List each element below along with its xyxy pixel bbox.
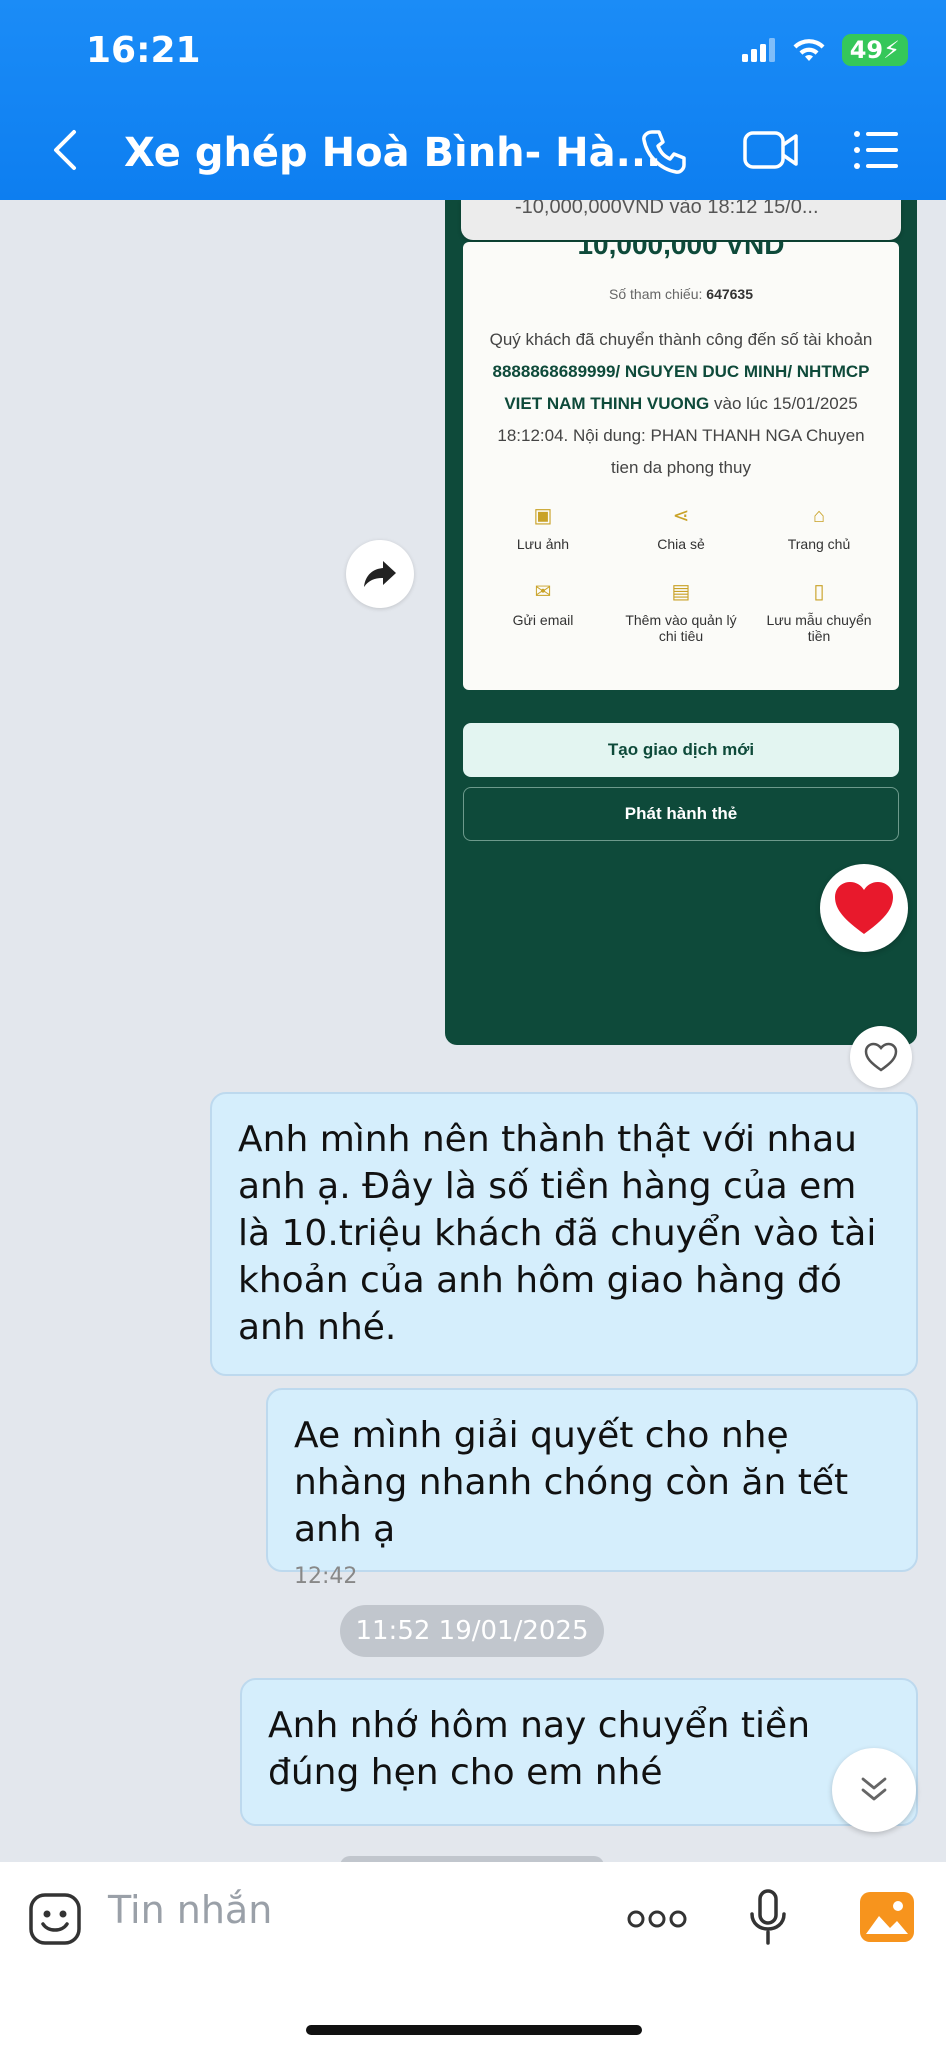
message-bubble[interactable]: Anh nhớ hôm nay chuyển tiền đúng hẹn cho…: [240, 1678, 918, 1826]
email-icon: ✉: [534, 581, 552, 603]
signal-icon: [741, 38, 775, 62]
share-icon: ⋖: [672, 505, 690, 527]
save-image-action[interactable]: ▣ Lưu ảnh: [483, 504, 603, 552]
ref-label: Số tham chiếu:: [609, 286, 703, 302]
share-label: Chia sẻ: [657, 536, 705, 552]
status-time: 16:21: [86, 30, 201, 71]
battery-icon: 49⚡: [841, 34, 908, 66]
message-time: 12:42: [294, 1564, 358, 1589]
image-icon: ▣: [533, 505, 553, 527]
battery-level: 49: [849, 36, 884, 64]
save-image-label: Lưu ảnh: [516, 536, 570, 552]
heart-icon: [835, 882, 893, 934]
heart-reaction[interactable]: [820, 864, 908, 952]
message-text: Ae mình giải quyết cho nhẹ nhàng nhanh c…: [294, 1415, 849, 1550]
status-icons: 49⚡: [741, 34, 908, 66]
video-call-icon[interactable]: [742, 128, 800, 172]
wifi-icon: [793, 39, 825, 61]
clipboard-icon: ▤: [671, 581, 691, 603]
home-icon: ⌂: [812, 505, 826, 527]
document-icon: ▯: [813, 581, 825, 603]
receipt-reference: Số tham chiếu: 647635: [463, 286, 899, 302]
phone-icon[interactable]: [640, 128, 688, 176]
add-expense-action[interactable]: ▤ Thêm vào quản lý chi tiêu: [621, 580, 741, 644]
save-template-action[interactable]: ▯ Lưu mẫu chuyển tiền: [759, 580, 879, 644]
receipt-notification-snippet: -10,000,000VND vào 18:12 15/0...: [461, 200, 901, 240]
gallery-image-icon[interactable]: [860, 1892, 914, 1942]
home-action[interactable]: ⌂ Trang chủ: [759, 504, 879, 552]
back-chevron-icon[interactable]: [50, 128, 80, 172]
receipt-zigzag-edge: [463, 688, 899, 698]
share-action[interactable]: ⋖ Chia sẻ: [621, 504, 741, 552]
react-like-button[interactable]: [850, 1026, 912, 1088]
add-expense-label: Thêm vào quản lý chi tiêu: [625, 612, 737, 644]
menu-list-icon[interactable]: [852, 128, 900, 172]
save-template-label: Lưu mẫu chuyển tiền: [766, 612, 872, 644]
microphone-icon[interactable]: [748, 1888, 788, 1946]
ref-number: 647635: [706, 286, 753, 302]
chat-title[interactable]: Xe ghép Hoà Bình- Hà...: [124, 130, 661, 176]
forward-arrow-icon: [364, 561, 396, 587]
sticker-icon[interactable]: [28, 1892, 82, 1946]
forward-button[interactable]: [346, 540, 414, 608]
heart-outline-icon: [864, 1042, 898, 1072]
send-email-action[interactable]: ✉ Gửi email: [483, 580, 603, 628]
receipt-message: Quý khách đã chuyển thành công đến số tà…: [483, 324, 879, 484]
receipt-amount: 10,000,000 VND: [577, 242, 785, 260]
date-separator: 11:52 19/01/2025: [340, 1605, 604, 1657]
message-text: Anh nhớ hôm nay chuyển tiền đúng hẹn cho…: [268, 1705, 811, 1793]
message-text: Anh mình nên thành thật với nhau anh ạ. …: [238, 1119, 877, 1348]
home-indicator: [306, 2025, 642, 2035]
send-email-label: Gửi email: [512, 612, 574, 628]
double-chevron-down-icon: [861, 1777, 887, 1801]
msg-prefix: Quý khách đã chuyển thành công đến số tà…: [489, 330, 873, 349]
message-input[interactable]: Tin nhắn: [108, 1888, 272, 1932]
message-bubble[interactable]: Ae mình giải quyết cho nhẹ nhàng nhanh c…: [266, 1388, 918, 1589]
message-bubble[interactable]: Anh mình nên thành thật với nhau anh ạ. …: [210, 1092, 918, 1376]
chat-header: 16:21 49⚡ Xe ghép Hoà Bình- Hà...: [0, 0, 946, 200]
issue-card-button[interactable]: Phát hành thẻ: [463, 787, 899, 841]
receipt-panel: 10,000,000 VND Số tham chiếu: 647635 Quý…: [463, 242, 899, 690]
scroll-to-bottom-button[interactable]: [832, 1748, 916, 1832]
more-options-icon[interactable]: [626, 1908, 688, 1930]
new-transaction-button[interactable]: Tạo giao dịch mới: [463, 723, 899, 777]
home-label: Trang chủ: [787, 536, 851, 552]
message-input-bar: Tin nhắn: [0, 1862, 946, 2048]
